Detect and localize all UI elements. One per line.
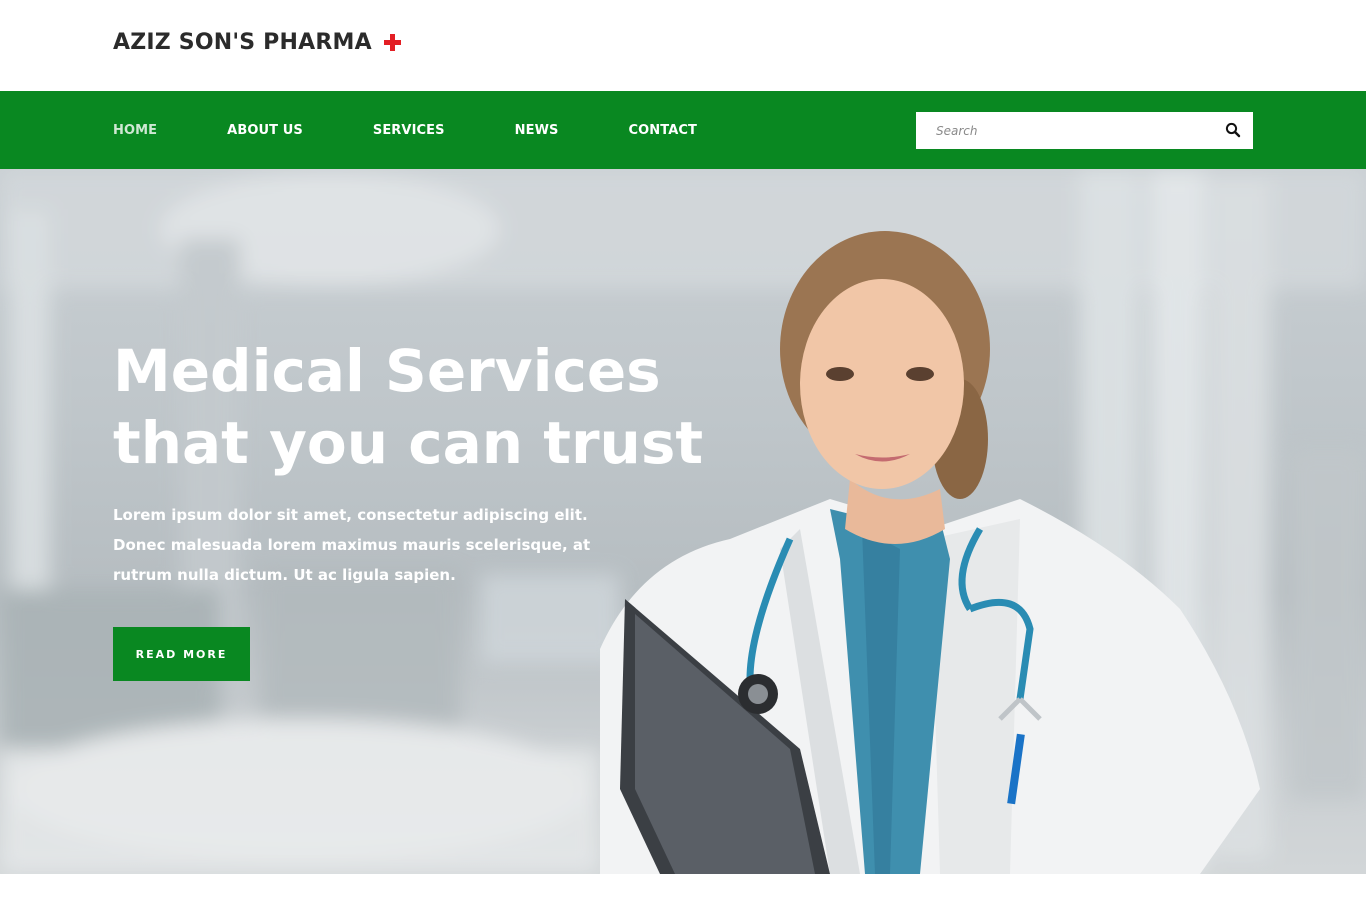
search-icon[interactable] (1225, 122, 1241, 138)
main-navbar: HOME ABOUT US SERVICES NEWS CONTACT (0, 91, 1366, 169)
brand-name: AZIZ SON'S PHARMA (113, 30, 372, 55)
search-input[interactable] (916, 112, 1206, 149)
brand-logo[interactable]: AZIZ SON'S PHARMA (113, 30, 401, 55)
nav-menu: HOME ABOUT US SERVICES NEWS CONTACT (113, 91, 767, 169)
nav-item-news[interactable]: NEWS (515, 123, 559, 138)
read-more-button[interactable]: READ MORE (113, 627, 250, 681)
hero-description: Lorem ipsum dolor sit amet, consectetur … (113, 506, 591, 584)
nav-item-home[interactable]: HOME (113, 123, 157, 138)
medical-cross-icon (383, 34, 401, 51)
search-box (916, 112, 1253, 149)
top-header: AZIZ SON'S PHARMA (0, 0, 1366, 91)
nav-item-contact[interactable]: CONTACT (628, 123, 697, 138)
hero-section: Medical Services that you can trust Lore… (0, 169, 1366, 874)
nav-item-about-us[interactable]: ABOUT US (227, 123, 303, 138)
doctor-image (600, 231, 1260, 874)
nav-item-services[interactable]: SERVICES (373, 123, 445, 138)
